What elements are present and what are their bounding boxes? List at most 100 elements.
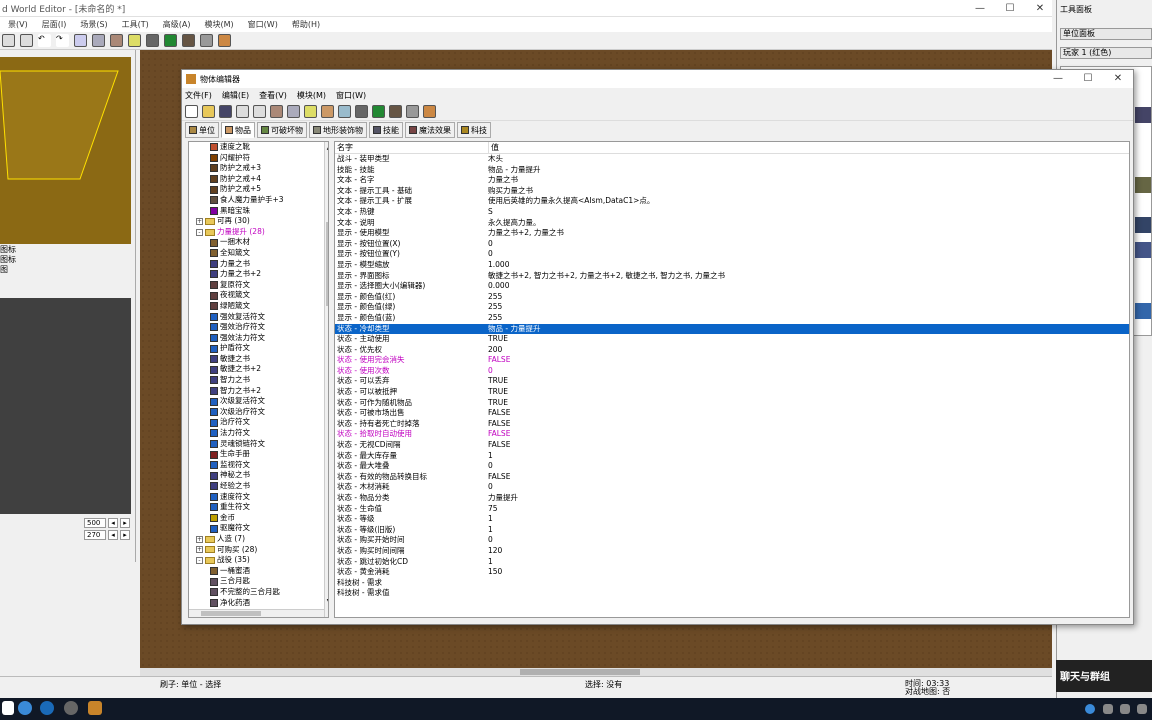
menu-view[interactable]: 查看(V)	[259, 90, 287, 101]
stepper-left[interactable]: ◂	[108, 518, 118, 528]
tab-buffs[interactable]: 魔法效果	[405, 122, 455, 138]
property-row[interactable]: 状态 - 最大堆叠 0	[335, 461, 1129, 472]
property-row[interactable]: 文本 - 说明 永久提高力量。	[335, 218, 1129, 229]
tree-item[interactable]: 速度之靴	[189, 142, 328, 153]
property-row[interactable]: 战斗 - 装甲类型 木头	[335, 154, 1129, 165]
unit-icon[interactable]	[304, 104, 317, 118]
tree-item[interactable]: 次级治疗符文	[189, 407, 328, 418]
camera-palette-icon[interactable]	[164, 34, 177, 47]
ime-icon[interactable]	[1137, 704, 1147, 714]
tree-item[interactable]: 黑暗宝珠	[189, 206, 328, 217]
property-row[interactable]: 显示 - 颜色值(蓝) 255	[335, 313, 1129, 324]
paste-icon[interactable]	[253, 104, 266, 118]
tree-item[interactable]: 金币	[189, 513, 328, 524]
search-icon[interactable]	[18, 701, 32, 715]
network-icon[interactable]	[1103, 704, 1113, 714]
save-icon[interactable]	[219, 104, 232, 118]
stepper-right[interactable]: ▸	[120, 530, 130, 540]
property-row[interactable]: 文本 - 热键 S	[335, 207, 1129, 218]
tree-item[interactable]: 强效复活符文	[189, 312, 328, 323]
maximize-button[interactable]: ☐	[995, 0, 1025, 17]
volume-icon[interactable]	[1120, 704, 1130, 714]
tree-item[interactable]: 法力符文	[189, 428, 328, 439]
tree-item[interactable]: 净化药酒	[189, 598, 328, 609]
property-row[interactable]: 显示 - 界面图标 敏捷之书+2, 智力之书+2, 力量之书+2, 敏捷之书, 智…	[335, 271, 1129, 282]
tree-scrollbar[interactable]: ▲ ▼	[324, 142, 328, 617]
open-icon[interactable]	[202, 104, 215, 118]
tray-icon[interactable]	[1085, 704, 1095, 714]
collapse-icon[interactable]: -	[196, 556, 203, 564]
tab-destructibles[interactable]: 可破坏物	[257, 122, 307, 138]
property-row[interactable]: 显示 - 颜色值(红) 255	[335, 292, 1129, 303]
property-row[interactable]: 状态 - 主动使用 TRUE	[335, 334, 1129, 345]
tree-item[interactable]: 生命手册	[189, 449, 328, 460]
player-select[interactable]: 玩家 1 (红色)	[1060, 47, 1152, 59]
property-row[interactable]: 状态 - 等级 1	[335, 514, 1129, 525]
tree-item[interactable]: 智力之书	[189, 375, 328, 386]
property-row[interactable]: 状态 - 拾取时自动使用 FALSE	[335, 429, 1129, 440]
tree-folder[interactable]: + 可再 (30)	[189, 216, 328, 227]
tree-item[interactable]: 智力之书+2	[189, 386, 328, 397]
expand-icon[interactable]: +	[196, 535, 203, 543]
tree-item[interactable]: 防护之戒+5	[189, 184, 328, 195]
tab-abilities[interactable]: 技能	[369, 122, 403, 138]
property-row[interactable]: 文本 - 提示工具 - 扩展 使用后英雄的力量永久提高<AIsm,DataC1>点…	[335, 196, 1129, 207]
tab-units[interactable]: 单位	[185, 122, 219, 138]
tree-item[interactable]: 速度符文	[189, 492, 328, 503]
clock-app-icon[interactable]	[64, 701, 78, 715]
tree-item[interactable]: 一桶蜜酒	[189, 566, 328, 577]
tree-item[interactable]: 次级复活符文	[189, 396, 328, 407]
redo-icon[interactable]: ↷	[56, 34, 69, 47]
unit-icon[interactable]	[1135, 217, 1151, 233]
hscroll-thumb[interactable]	[201, 611, 261, 616]
trigger-icon[interactable]	[389, 104, 402, 118]
property-row[interactable]: 文本 - 名字 力量之书	[335, 175, 1129, 186]
stepper-left[interactable]: ◂	[108, 530, 118, 540]
unit-icon[interactable]	[1135, 107, 1151, 123]
tree-item[interactable]: 食人魔力量护手+3	[189, 195, 328, 206]
minimize-button[interactable]: —	[965, 0, 995, 17]
property-row[interactable]: 状态 - 有效的物品转换目标 FALSE	[335, 472, 1129, 483]
width-stepper[interactable]: 500 ◂ ▸	[84, 518, 130, 528]
tree-item[interactable]: 绿陋箴文	[189, 301, 328, 312]
object-editor-icon[interactable]	[218, 34, 231, 47]
menu-layer[interactable]: 层面(I)	[42, 19, 67, 30]
tree-folder[interactable]: + 人造 (7)	[189, 534, 328, 545]
tree-folder[interactable]: + 可购买 (28)	[189, 545, 328, 556]
tree-item[interactable]: 驱魔符文	[189, 523, 328, 534]
tree-item[interactable]: 闪耀护符	[189, 153, 328, 164]
object-tree[interactable]: 速度之靴 闪耀护符 防护之戒+3 防护之戒+4 防护之戒+5 食人魔力量护手+3 黑暗宝珠 +…	[188, 141, 329, 618]
region-icon[interactable]	[355, 104, 368, 118]
paste-icon[interactable]	[20, 34, 33, 47]
property-row[interactable]: 状态 - 使用次数 0	[335, 366, 1129, 377]
doodad-icon[interactable]	[270, 104, 283, 118]
expand-icon[interactable]: +	[196, 217, 203, 225]
tree-item[interactable]: 一捆木材	[189, 237, 328, 248]
world-editor-titlebar[interactable]: d World Editor - [未命名的 *] — ☐ ✕	[0, 0, 1052, 17]
new-icon[interactable]	[185, 104, 198, 118]
close-button[interactable]: ✕	[1103, 70, 1133, 87]
property-grid[interactable]: 名字 值 战斗 - 装甲类型 木头 技能 - 技能 物品 - 力量提升 文本 - 名字力…	[334, 141, 1130, 618]
property-row[interactable]: 状态 - 购买开始时间 0	[335, 535, 1129, 546]
map-horizontal-scrollbar[interactable]	[140, 668, 1052, 676]
property-row[interactable]: 显示 - 选择圈大小(编辑器) 0.000	[335, 281, 1129, 292]
property-row[interactable]: 状态 - 冷却类型 物品 - 力量提升	[335, 323, 1129, 335]
trigger-editor-icon[interactable]	[182, 34, 195, 47]
property-row[interactable]: 显示 - 颜色值(绿) 255	[335, 302, 1129, 313]
unit-icon[interactable]	[1135, 177, 1151, 193]
tree-item[interactable]: 经验之书	[189, 481, 328, 492]
tree-item[interactable]: 强效法力符文	[189, 333, 328, 344]
property-row[interactable]: 状态 - 优先权 200	[335, 345, 1129, 356]
tree-item[interactable]: 强效治疗符文	[189, 322, 328, 333]
world-editor-taskbar-icon[interactable]	[88, 701, 102, 715]
property-row[interactable]: 科技树 - 需求	[335, 578, 1129, 589]
panel-type-select[interactable]: 单位面板	[1060, 28, 1152, 40]
tab-doodads[interactable]: 地形装饰物	[309, 122, 367, 138]
tree-item[interactable]: 监视符文	[189, 460, 328, 471]
copy-icon[interactable]	[236, 104, 249, 118]
tree-item[interactable]: 不完整的三合月匙	[189, 587, 328, 598]
collapse-icon[interactable]: -	[196, 228, 203, 236]
item-icon[interactable]	[321, 104, 334, 118]
property-row[interactable]: 显示 - 模型缩放 1.000	[335, 260, 1129, 271]
chat-panel[interactable]: 聊天与群组	[1056, 660, 1152, 692]
